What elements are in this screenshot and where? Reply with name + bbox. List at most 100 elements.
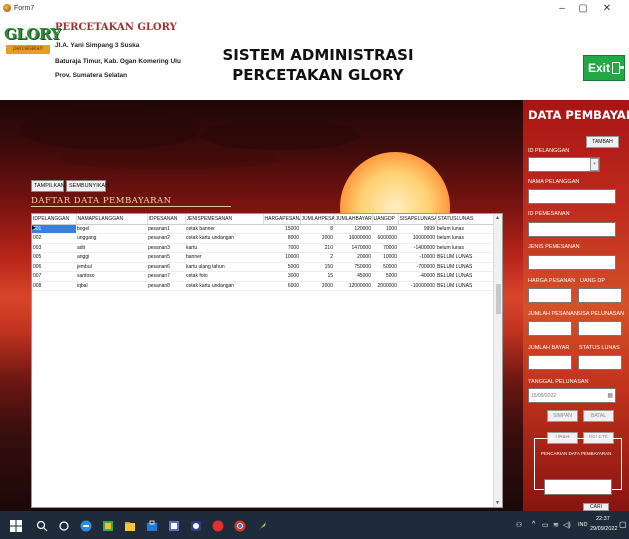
table-cell[interactable]: 5000 — [263, 262, 300, 272]
table-cell[interactable]: 006 — [32, 262, 76, 272]
batal-button[interactable]: BATAL — [583, 410, 614, 422]
table-cell[interactable]: 8 — [300, 224, 334, 234]
table-cell[interactable]: 15000 — [263, 224, 300, 234]
table-cell[interactable]: -10000000 — [398, 281, 436, 291]
table-cell[interactable]: cetak banner — [185, 224, 263, 234]
table-cell[interactable]: 50000 — [372, 262, 398, 272]
table-cell[interactable]: 15 — [300, 271, 334, 282]
table-cell[interactable]: 5000 — [372, 271, 398, 282]
table-cell[interactable]: cetak kartu undangan — [185, 281, 263, 291]
search-input[interactable] — [544, 479, 612, 495]
table-cell[interactable]: BELUM LUNAS — [436, 281, 494, 291]
id-pemesanan-field[interactable] — [528, 222, 616, 237]
table-cell[interactable]: pesanan1 — [147, 224, 185, 234]
table-cell[interactable]: belum lunas — [436, 233, 494, 244]
column-header[interactable]: IDPESANAN — [147, 214, 186, 225]
table-cell[interactable]: pesanan3 — [147, 243, 185, 253]
table-cell[interactable]: kartu ulang tahun — [185, 262, 263, 272]
table-cell[interactable]: 7000 — [263, 243, 300, 253]
table-cell[interactable]: cetak kartu undangan — [185, 233, 263, 244]
maximize-button[interactable]: ▢ — [574, 2, 592, 16]
start-icon[interactable] — [10, 519, 22, 532]
tanggal-pelunasan-picker[interactable]: 15/09/2022 ▦ — [528, 388, 616, 403]
payment-data-grid[interactable]: IDPELANGGAN NAMAPELANGGAN IDPESANAN JENI… — [31, 213, 503, 508]
table-cell[interactable]: 2000 — [300, 281, 334, 291]
table-cell[interactable]: BELUM LUNAS — [436, 252, 494, 263]
store-icon[interactable] — [146, 519, 158, 531]
column-header[interactable]: JENISPEMESANAN — [185, 214, 264, 225]
table-row[interactable]: 002 unggang pesanan2 cetak kartu undangan 80… — [32, 233, 494, 244]
table-cell[interactable]: 007 — [32, 271, 76, 282]
table-cell[interactable]: 10000 — [372, 252, 398, 263]
table-cell[interactable]: adit — [76, 243, 147, 253]
table-row[interactable]: 005 anggi pesanan5 banner 10000 2 20000 10000 -1… — [32, 252, 494, 263]
table-cell[interactable]: BELUM LUNAS — [436, 262, 494, 272]
table-cell[interactable]: 002 — [32, 233, 76, 244]
app-icon-blue[interactable] — [168, 519, 180, 531]
chrome-icon[interactable] — [234, 519, 246, 532]
table-cell[interactable]: pesanan8 — [147, 281, 185, 291]
table-cell[interactable]: 003 — [32, 243, 76, 253]
table-cell[interactable]: bogel — [76, 224, 147, 234]
table-cell[interactable]: pesanan5 — [147, 252, 185, 263]
edge-icon[interactable] — [80, 519, 92, 532]
column-header[interactable]: JUMLAHBAYAR — [334, 214, 373, 225]
wifi-icon[interactable]: ≋ — [553, 521, 559, 529]
table-row[interactable]: 001 bogel pesanan1 cetak banner 15000 8 120000… — [32, 224, 494, 234]
table-cell[interactable]: 6000000 — [372, 233, 398, 244]
app-icon-green[interactable] — [102, 519, 114, 531]
table-cell[interactable]: 10000 — [263, 252, 300, 263]
table-cell[interactable]: cetak foto — [185, 271, 263, 282]
table-cell[interactable]: 2000 — [300, 233, 334, 244]
nama-pelanggan-field[interactable] — [528, 189, 616, 204]
table-cell[interactable]: anggi — [76, 252, 147, 263]
column-header[interactable]: IDPELANGGAN — [32, 214, 77, 225]
uang-dp-field[interactable] — [578, 288, 622, 303]
table-cell[interactable]: 750000 — [334, 262, 372, 272]
table-cell[interactable]: banner — [185, 252, 263, 263]
tampilkan-button[interactable]: TAMPILKAN — [31, 180, 65, 192]
scroll-thumb[interactable] — [496, 284, 501, 314]
column-header[interactable]: UANGDP — [372, 214, 399, 225]
table-cell[interactable]: 9999 — [398, 224, 436, 234]
network-icon[interactable]: ▭ — [542, 521, 549, 529]
simpan-button[interactable]: SIMPAN — [547, 410, 578, 422]
table-cell[interactable]: 8000 — [263, 233, 300, 244]
harga-pesanan-field[interactable] — [528, 288, 572, 303]
sembunyikan-button[interactable]: SEMBUNYIKAN — [66, 180, 109, 192]
sisa-pelunasan-field[interactable] — [578, 321, 622, 336]
table-cell[interactable]: -10000 — [398, 252, 436, 263]
table-cell[interactable]: 20000 — [334, 252, 372, 263]
table-cell[interactable]: 005 — [32, 252, 76, 263]
table-cell[interactable]: jembul — [76, 262, 147, 272]
jenis-pemesanan-field[interactable] — [528, 255, 616, 270]
table-cell[interactable]: 10000000 — [398, 233, 436, 244]
task-view-icon[interactable] — [58, 519, 70, 531]
table-cell[interactable]: 1000 — [372, 224, 398, 234]
table-cell[interactable]: iqbal — [76, 281, 147, 291]
table-cell[interactable]: -700000 — [398, 262, 436, 272]
table-cell[interactable]: 6000 — [263, 281, 300, 291]
table-cell[interactable]: 2000000 — [372, 281, 398, 291]
column-header[interactable]: SISAPELUNASAN — [398, 214, 437, 225]
table-cell[interactable]: 150 — [300, 262, 334, 272]
exit-button[interactable]: Exit — [583, 55, 625, 81]
chevron-down-icon[interactable]: ▾ — [590, 158, 599, 171]
table-cell[interactable]: unggang — [76, 233, 147, 244]
table-cell[interactable]: -40000 — [398, 271, 436, 282]
table-cell[interactable]: pesanan7 — [147, 271, 185, 282]
table-cell[interactable]: pesanan6 — [147, 262, 185, 272]
language-indicator[interactable]: IND — [578, 522, 587, 528]
clock-time[interactable]: 22:37 — [596, 516, 610, 522]
table-cell[interactable]: 3000 — [263, 271, 300, 282]
table-cell[interactable]: belum lunas — [436, 224, 494, 234]
tray-chevron-icon[interactable]: ^ — [532, 521, 535, 528]
table-cell[interactable]: 008 — [32, 281, 76, 291]
table-cell[interactable]: 45000 — [334, 271, 372, 282]
grid-vertical-scrollbar[interactable]: ▲ ▼ — [493, 214, 502, 507]
notification-icon[interactable]: ▢ — [619, 520, 627, 529]
table-cell[interactable]: santoso — [76, 271, 147, 282]
minimize-button[interactable]: – — [553, 2, 571, 16]
table-cell[interactable]: 001 — [32, 224, 76, 234]
table-cell[interactable]: 16000000 — [334, 233, 372, 244]
